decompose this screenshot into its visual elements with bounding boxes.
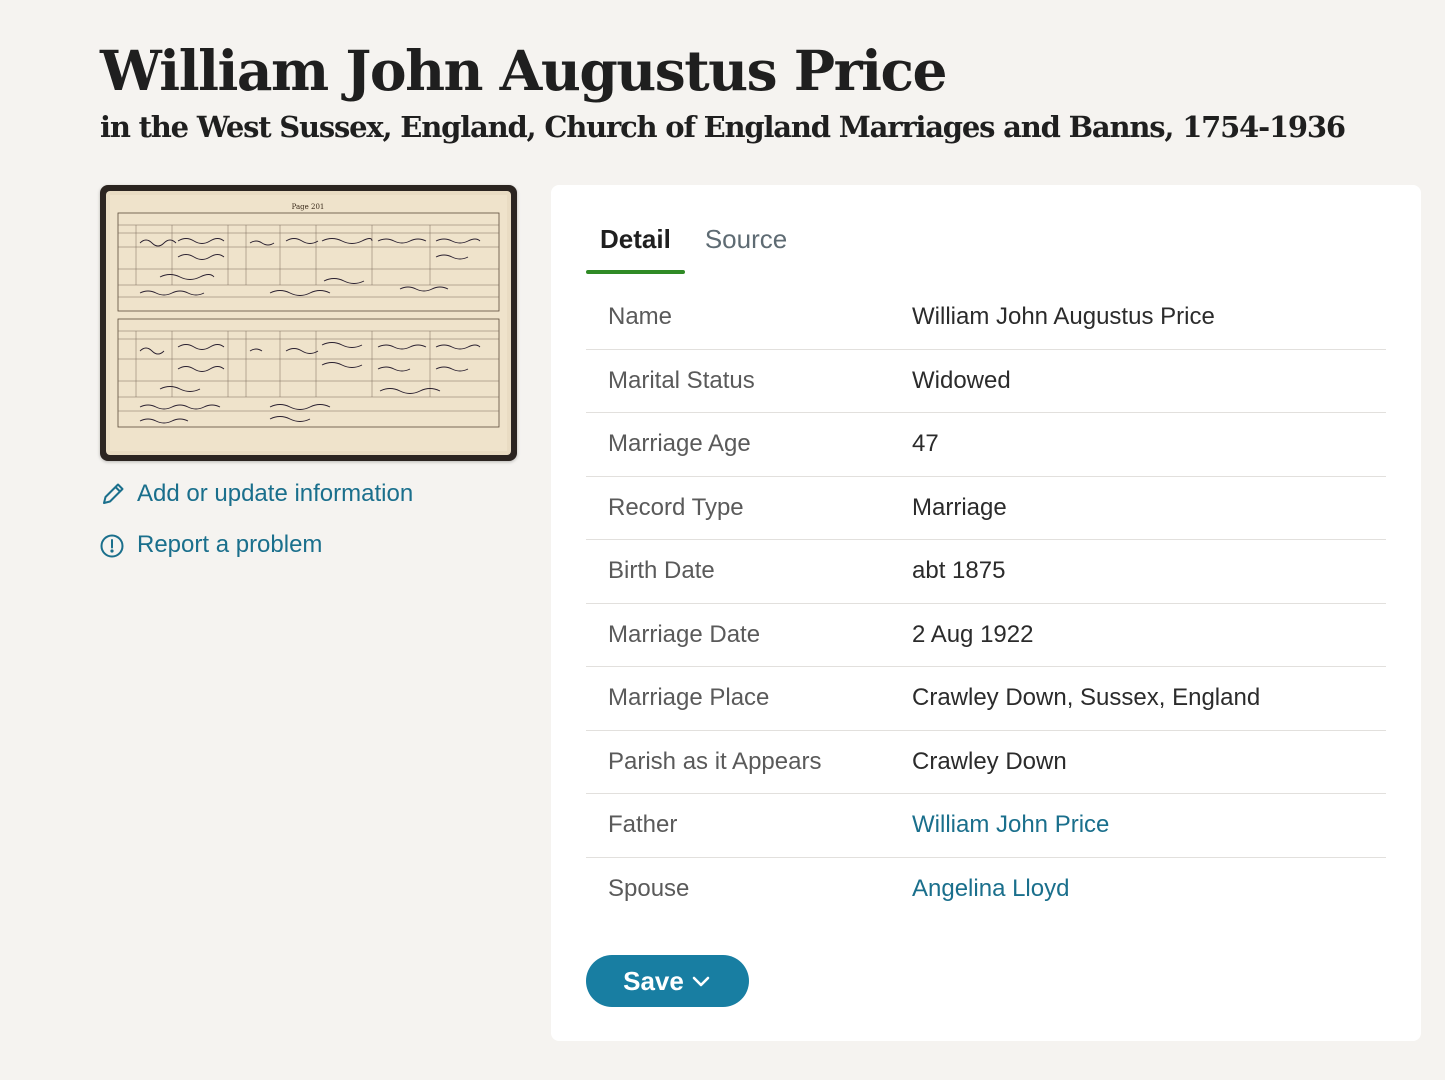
page-number-label: Page 201: [292, 203, 325, 211]
detail-row-marriage-age: Marriage Age 47: [586, 413, 1386, 477]
detail-value: Marriage: [912, 493, 1007, 521]
detail-value: 2 Aug 1922: [912, 620, 1034, 648]
record-detail-card: Detail Source Name William John Augustus…: [551, 185, 1421, 1041]
tab-detail[interactable]: Detail: [586, 220, 685, 274]
page-title: William John Augustus Price: [100, 38, 947, 103]
detail-value: abt 1875: [912, 557, 1006, 585]
report-problem-label: Report a problem: [137, 531, 323, 558]
detail-row-father: Father William John Price: [586, 794, 1386, 858]
save-button[interactable]: Save: [586, 955, 749, 1007]
add-update-info-link[interactable]: Add or update information: [100, 480, 413, 508]
detail-value: Widowed: [912, 366, 1011, 394]
chevron-down-icon: [690, 970, 712, 992]
collection-subtitle: in the West Sussex, England, Church of E…: [100, 110, 1346, 144]
detail-value: Crawley Down, Sussex, England: [912, 684, 1261, 712]
detail-label: Record Type: [608, 493, 744, 521]
detail-label: Marital Status: [608, 366, 755, 394]
detail-row-parish: Parish as it Appears Crawley Down: [586, 731, 1386, 794]
tab-bar: Detail Source: [586, 220, 801, 274]
detail-value: William John Augustus Price: [912, 303, 1215, 331]
detail-row-spouse: Spouse Angelina Lloyd: [586, 858, 1386, 922]
add-update-info-label: Add or update information: [137, 480, 414, 507]
alert-circle-icon: [100, 532, 126, 558]
detail-row-marriage-date: Marriage Date 2 Aug 1922: [586, 604, 1386, 667]
save-button-label: Save: [623, 965, 684, 996]
detail-row-name: Name William John Augustus Price: [586, 286, 1386, 350]
record-image-thumbnail[interactable]: Page 201: [100, 185, 517, 461]
spouse-link[interactable]: Angelina Lloyd: [912, 875, 1069, 903]
detail-row-birth-date: Birth Date abt 1875: [586, 540, 1386, 604]
tab-source[interactable]: Source: [691, 220, 801, 270]
detail-row-record-type: Record Type Marriage: [586, 477, 1386, 540]
detail-label: Name: [608, 303, 673, 331]
detail-row-marriage-place: Marriage Place Crawley Down, Sussex, Eng…: [586, 667, 1386, 731]
detail-label: Father: [608, 811, 678, 839]
detail-label: Birth Date: [608, 557, 715, 585]
pencil-icon: [100, 481, 126, 507]
detail-table: Name William John Augustus Price Marital…: [586, 286, 1386, 921]
detail-row-marital-status: Marital Status Widowed: [586, 350, 1386, 413]
detail-label: Marriage Age: [608, 430, 751, 458]
father-link[interactable]: William John Price: [912, 811, 1109, 839]
detail-label: Parish as it Appears: [608, 747, 822, 775]
detail-label: Marriage Place: [608, 684, 770, 712]
report-problem-link[interactable]: Report a problem: [100, 531, 322, 559]
detail-value: Crawley Down: [912, 747, 1067, 775]
detail-value: 47: [912, 430, 939, 458]
record-image: Page 201: [106, 191, 511, 455]
detail-label: Marriage Date: [608, 620, 761, 648]
detail-label: Spouse: [608, 875, 690, 903]
